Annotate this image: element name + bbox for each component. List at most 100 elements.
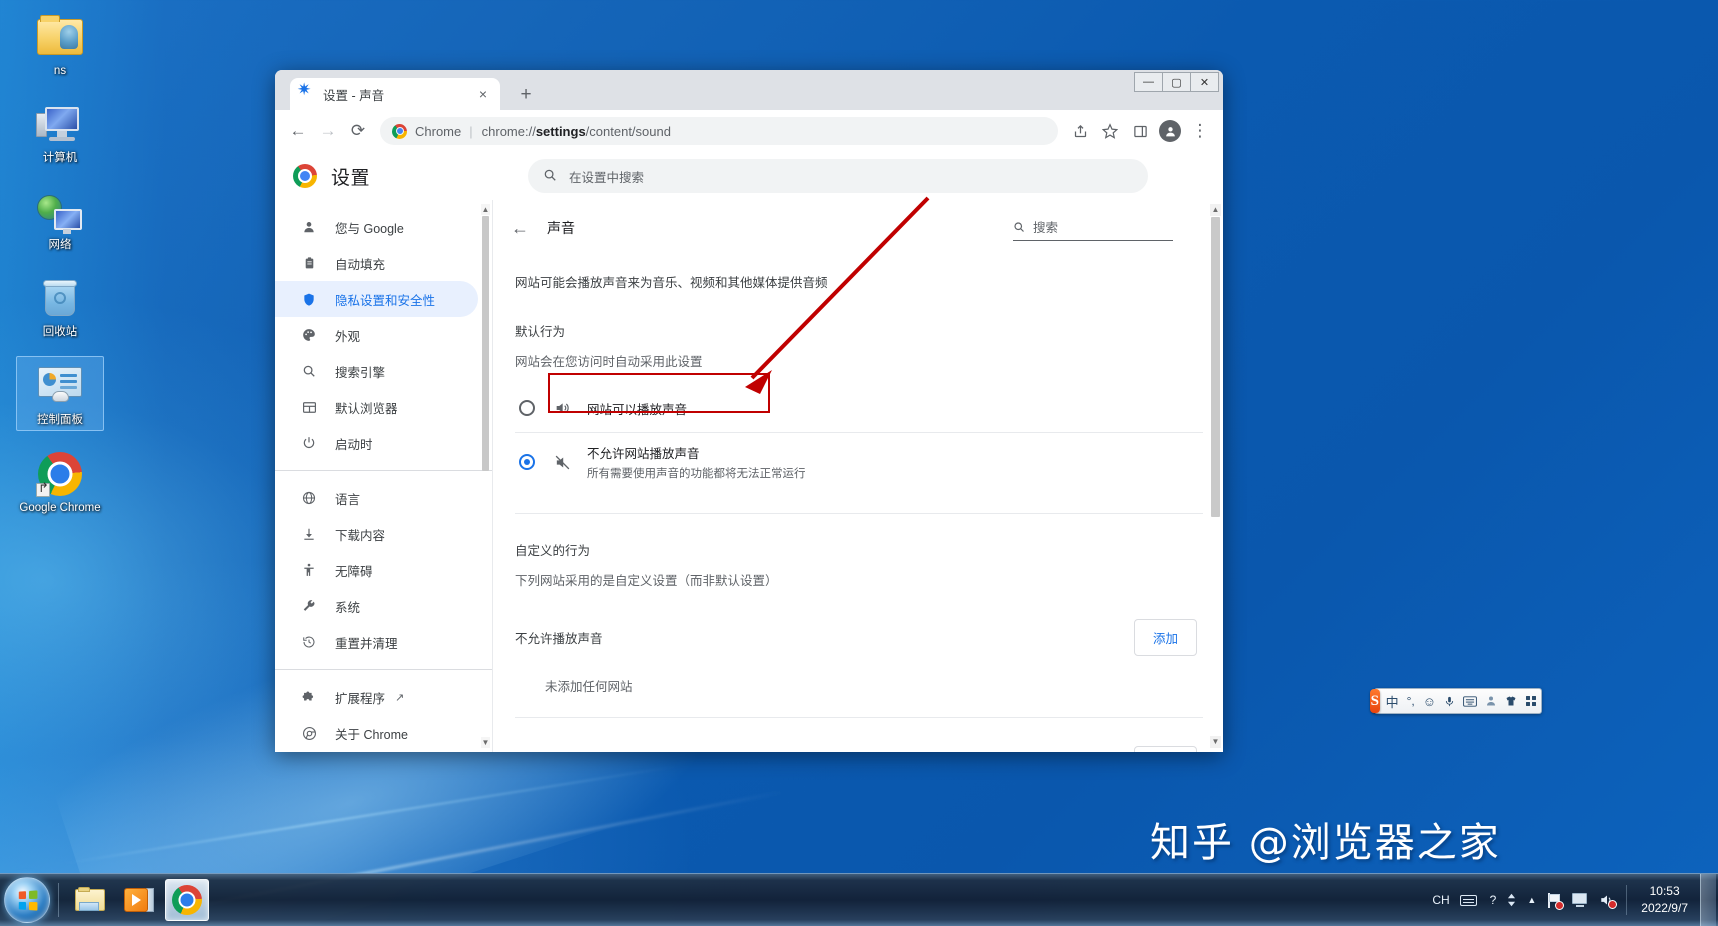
tray-expand-icon[interactable] xyxy=(1506,892,1517,908)
language-indicator[interactable]: CH xyxy=(1432,893,1449,907)
scrollbar-thumb[interactable] xyxy=(1211,217,1220,517)
add-blocked-site-button[interactable]: 添加 xyxy=(1133,619,1197,656)
punctuation-icon[interactable]: °, xyxy=(1403,694,1419,708)
help-icon[interactable]: ? xyxy=(1490,893,1497,907)
desktop-icon-ns[interactable]: ns xyxy=(16,8,104,81)
keyboard-icon[interactable] xyxy=(1459,894,1477,906)
skin-icon[interactable] xyxy=(1501,695,1521,707)
reload-icon[interactable]: ⟳ xyxy=(343,116,373,146)
scroll-down-icon[interactable]: ▼ xyxy=(481,737,490,748)
scroll-down-icon[interactable]: ▼ xyxy=(1210,736,1221,748)
sidebar-item-on-startup[interactable]: 启动时 xyxy=(275,425,478,461)
desktop-icon-computer[interactable]: 计算机 xyxy=(16,95,104,168)
browser-menu-icon[interactable]: ⋮ xyxy=(1185,116,1215,146)
back-icon[interactable]: ← xyxy=(283,116,313,146)
address-bar[interactable]: Chrome | chrome://settings/content/sound xyxy=(380,117,1058,145)
browser-tab[interactable]: 设置 - 声音 × xyxy=(290,78,500,110)
scroll-up-icon[interactable]: ▲ xyxy=(481,204,490,215)
sidebar-item-privacy-and-security[interactable]: 隐私设置和安全性 xyxy=(275,281,478,317)
scrollbar-thumb[interactable] xyxy=(482,216,489,471)
toolbar-actions: ⋮ xyxy=(1065,116,1215,146)
sidebar-divider xyxy=(275,669,492,670)
show-desktop-button[interactable] xyxy=(1700,873,1716,926)
toolbox-icon[interactable] xyxy=(1521,695,1541,707)
tray-overflow-arrow-icon[interactable]: ▲ xyxy=(1527,895,1536,905)
desktop-icon-label: 网络 xyxy=(48,239,72,252)
forward-icon[interactable]: → xyxy=(313,116,343,146)
radio-button[interactable] xyxy=(519,454,535,470)
sidebar-item-accessibility[interactable]: 无障碍 xyxy=(275,552,478,588)
url-suffix: /content/sound xyxy=(585,123,671,139)
sidebar-item-appearance[interactable]: 外观 xyxy=(275,317,478,353)
blocked-sites-empty-text: 未添加任何网站 xyxy=(545,680,633,694)
search-icon xyxy=(543,168,557,185)
settings-search-input[interactable]: 在设置中搜索 xyxy=(528,159,1148,193)
star-icon[interactable] xyxy=(1095,116,1125,146)
page-search-input[interactable]: 搜索 xyxy=(1013,217,1173,241)
desktop-icon-label: 回收站 xyxy=(42,326,78,339)
settings-header: 设置 在设置中搜索 xyxy=(275,152,1223,200)
sidebar-item-reset-and-cleanup[interactable]: 重置并清理 xyxy=(275,624,478,660)
chrome-shortcut-icon xyxy=(36,449,84,498)
close-window-button[interactable]: ✕ xyxy=(1190,72,1219,92)
sidebar-item-languages[interactable]: 语言 xyxy=(275,480,478,516)
desktop-icon-google-chrome[interactable]: Google Chrome xyxy=(16,445,104,518)
emoji-icon[interactable]: ☺ xyxy=(1419,694,1440,709)
add-allowed-site-button[interactable]: 添加 xyxy=(1133,746,1197,752)
display-icon[interactable] xyxy=(1572,893,1589,907)
minimize-button[interactable]: — xyxy=(1134,72,1163,92)
close-icon[interactable]: × xyxy=(474,85,492,103)
sidebar-item-label: 自动填充 xyxy=(335,257,386,272)
sidebar-item-default-browser[interactable]: 默认浏览器 xyxy=(275,389,478,425)
side-panel-icon[interactable] xyxy=(1125,116,1155,146)
sidebar-item-autofill[interactable]: 自动填充 xyxy=(275,245,478,281)
share-icon[interactable] xyxy=(1065,116,1095,146)
scroll-up-icon[interactable]: ▲ xyxy=(1210,204,1221,216)
blocked-sites-label: 不允许播放声音 xyxy=(515,632,603,646)
main-scrollbar[interactable]: ▲ ▼ xyxy=(1210,204,1221,748)
desktop-icon-list: ns 计算机 网络 回收站 控制面板 Google Chrome xyxy=(0,0,120,532)
radio-option-block-sound[interactable]: 不允许网站播放声音 所有需要使用声音的功能都将无法正常运行 xyxy=(493,433,1223,491)
sidebar-item-search-engine[interactable]: 搜索引擎 xyxy=(275,353,478,389)
microphone-icon[interactable] xyxy=(1440,695,1459,708)
desktop-icon-network[interactable]: 网络 xyxy=(16,182,104,255)
omnibox-separator: | xyxy=(469,123,473,139)
volume-muted-icon[interactable] xyxy=(1599,893,1618,909)
default-behavior-label: 默认行为 xyxy=(515,325,566,339)
sidebar-scrollbar[interactable]: ▲ ▼ xyxy=(481,204,490,748)
clock[interactable]: 10:53 2022/9/7 xyxy=(1633,883,1700,918)
globe-icon xyxy=(299,488,319,508)
taskbar-file-explorer[interactable] xyxy=(69,879,113,921)
keyboard-icon[interactable] xyxy=(1459,695,1481,707)
sidebar-item-about-chrome[interactable]: 关于 Chrome xyxy=(275,715,478,751)
custom-behavior-label: 自定义的行为 xyxy=(515,544,591,558)
computer-icon xyxy=(36,99,84,147)
sidebar-item-downloads[interactable]: 下载内容 xyxy=(275,516,478,552)
new-tab-button[interactable]: + xyxy=(513,82,539,108)
page-search-placeholder: 搜索 xyxy=(1033,221,1059,235)
sidebar-item-extensions[interactable]: 扩展程序 ↗ xyxy=(275,679,478,715)
start-orb-icon[interactable] xyxy=(4,877,50,923)
taskbar-media-player[interactable] xyxy=(117,879,161,921)
control-panel-icon xyxy=(36,361,84,409)
back-arrow-icon[interactable]: ← xyxy=(511,218,539,239)
wrench-icon xyxy=(299,596,319,616)
radio-option-allow-sound[interactable]: 网站可以播放声音 xyxy=(493,384,1223,432)
taskbar-google-chrome[interactable] xyxy=(165,879,209,921)
profile-avatar-icon[interactable] xyxy=(1155,116,1185,146)
url-prefix: chrome:// xyxy=(481,123,536,139)
sidebar-item-system[interactable]: 系统 xyxy=(275,588,478,624)
radio-button[interactable] xyxy=(519,400,535,416)
sogou-logo-icon[interactable]: S xyxy=(1370,689,1380,713)
watermark-text: 知乎 @浏览器之家 xyxy=(1150,820,1501,866)
desktop-icon-recycle-bin[interactable]: 回收站 xyxy=(16,269,104,342)
network-error-icon[interactable] xyxy=(1546,892,1565,910)
desktop-icon-control-panel[interactable]: 控制面板 xyxy=(16,356,104,432)
network-icon xyxy=(36,186,84,235)
user-icon[interactable] xyxy=(1481,695,1501,707)
sidebar-item-you-and-google[interactable]: 您与 Google xyxy=(275,209,478,245)
maximize-button[interactable]: ▢ xyxy=(1162,72,1191,92)
chinese-mode-icon[interactable]: 中 xyxy=(1382,692,1403,711)
external-link-icon: ↗ xyxy=(395,691,405,704)
window-controls: — ▢ ✕ xyxy=(1134,72,1219,92)
